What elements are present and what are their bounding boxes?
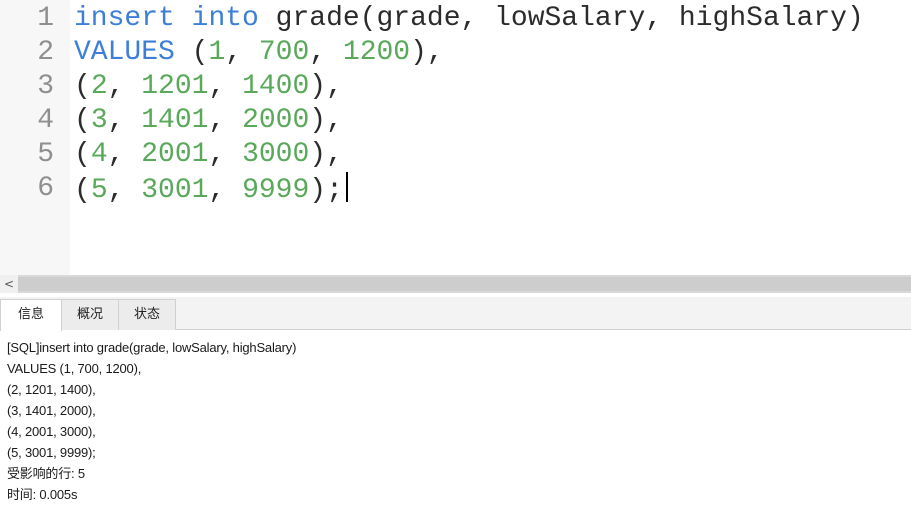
code-token: ), xyxy=(309,105,343,136)
code-token: 1401 xyxy=(141,105,209,136)
code-token: , xyxy=(107,71,142,102)
horizontal-scrollbar[interactable]: < xyxy=(0,275,911,293)
code-token: , xyxy=(107,105,142,136)
code-token: , xyxy=(208,175,243,206)
output-line: [SQL]insert into grade(grade, lowSalary,… xyxy=(7,340,297,355)
code-line[interactable]: 2 VALUES (1, 700, 1200), xyxy=(0,36,911,70)
code-line[interactable]: 4 (3, 1401, 2000), xyxy=(0,104,911,138)
tab-info[interactable]: 信息 xyxy=(0,299,62,331)
code-line[interactable]: 6 (5, 3001, 9999); xyxy=(0,172,911,206)
output-line: (3, 1401, 2000), xyxy=(7,403,96,418)
code-token: ), xyxy=(309,71,343,102)
result-tabs: 信息 概况 状态 xyxy=(0,297,911,331)
code-text[interactable]: VALUES (1, 700, 1200), xyxy=(74,36,444,70)
code-token: 3000 xyxy=(242,139,310,170)
code-token: 5 xyxy=(90,175,108,206)
tab-overview[interactable]: 概况 xyxy=(61,299,119,330)
code-token: 2001 xyxy=(141,139,209,170)
code-text[interactable]: (5, 3001, 9999); xyxy=(74,172,348,208)
code-token: ( xyxy=(174,37,209,68)
code-token: , xyxy=(208,105,243,136)
code-token: ); xyxy=(309,175,343,206)
line-number: 6 xyxy=(37,173,54,204)
code-token: ), xyxy=(309,139,343,170)
code-token: 1201 xyxy=(141,71,209,102)
line-number: 3 xyxy=(37,71,54,102)
code-token: 3 xyxy=(90,105,108,136)
text-caret xyxy=(345,172,348,202)
output-line: (5, 3001, 9999); xyxy=(7,445,96,460)
tab-status[interactable]: 状态 xyxy=(118,299,176,330)
code-token: 700 xyxy=(258,37,310,68)
code-line[interactable]: 3 (2, 1201, 1400), xyxy=(0,70,911,104)
line-number: 4 xyxy=(37,105,54,136)
code-token: insert xyxy=(74,3,175,34)
code-token: , xyxy=(107,175,142,206)
affected-rows: 受影响的行: 5 xyxy=(7,466,85,481)
code-token: , xyxy=(208,139,243,170)
message-output: [SQL]insert into grade(grade, lowSalary,… xyxy=(0,331,911,516)
code-token: 3001 xyxy=(141,175,209,206)
code-token: 1200 xyxy=(342,37,411,68)
code-token: 2 xyxy=(90,71,108,102)
code-text[interactable]: (4, 2001, 3000), xyxy=(74,138,343,172)
code-token: 9999 xyxy=(242,175,310,206)
code-token: ), xyxy=(410,37,444,68)
line-number: 2 xyxy=(37,37,54,68)
code-line[interactable]: 1 insert into grade(grade, lowSalary, hig… xyxy=(0,2,911,36)
code-token: ( xyxy=(74,71,91,102)
code-token: grade(grade, lowSalary, highSalary) xyxy=(258,3,864,34)
code-token: ( xyxy=(74,139,91,170)
code-line[interactable]: 5 (4, 2001, 3000), xyxy=(0,138,911,172)
code-token: ( xyxy=(74,105,91,136)
scrollbar-thumb[interactable] xyxy=(18,277,911,291)
code-token: 1 xyxy=(208,37,226,68)
code-token: , xyxy=(309,37,343,68)
code-token: , xyxy=(107,139,142,170)
code-token: 4 xyxy=(90,139,108,170)
line-number: 5 xyxy=(37,139,54,170)
output-line: (4, 2001, 3000), xyxy=(7,424,96,439)
code-text[interactable]: (2, 1201, 1400), xyxy=(74,70,343,104)
code-token: into xyxy=(191,3,259,34)
code-token: 2000 xyxy=(242,105,310,136)
output-line: VALUES (1, 700, 1200), xyxy=(7,361,142,376)
output-line: (2, 1201, 1400), xyxy=(7,382,96,397)
code-text[interactable]: (3, 1401, 2000), xyxy=(74,104,343,138)
execution-time: 时间: 0.005s xyxy=(7,487,78,502)
code-token: ( xyxy=(74,175,91,206)
sql-editor[interactable]: 1 insert into grade(grade, lowSalary, hig… xyxy=(0,0,911,275)
code-token: , xyxy=(208,71,243,102)
code-token: 1400 xyxy=(242,71,310,102)
line-number: 1 xyxy=(37,3,54,34)
code-text[interactable]: insert into grade(grade, lowSalary, high… xyxy=(74,2,864,36)
scroll-left-arrow-icon[interactable]: < xyxy=(0,275,18,293)
code-token: , xyxy=(225,37,259,68)
code-token: VALUES xyxy=(74,37,175,68)
